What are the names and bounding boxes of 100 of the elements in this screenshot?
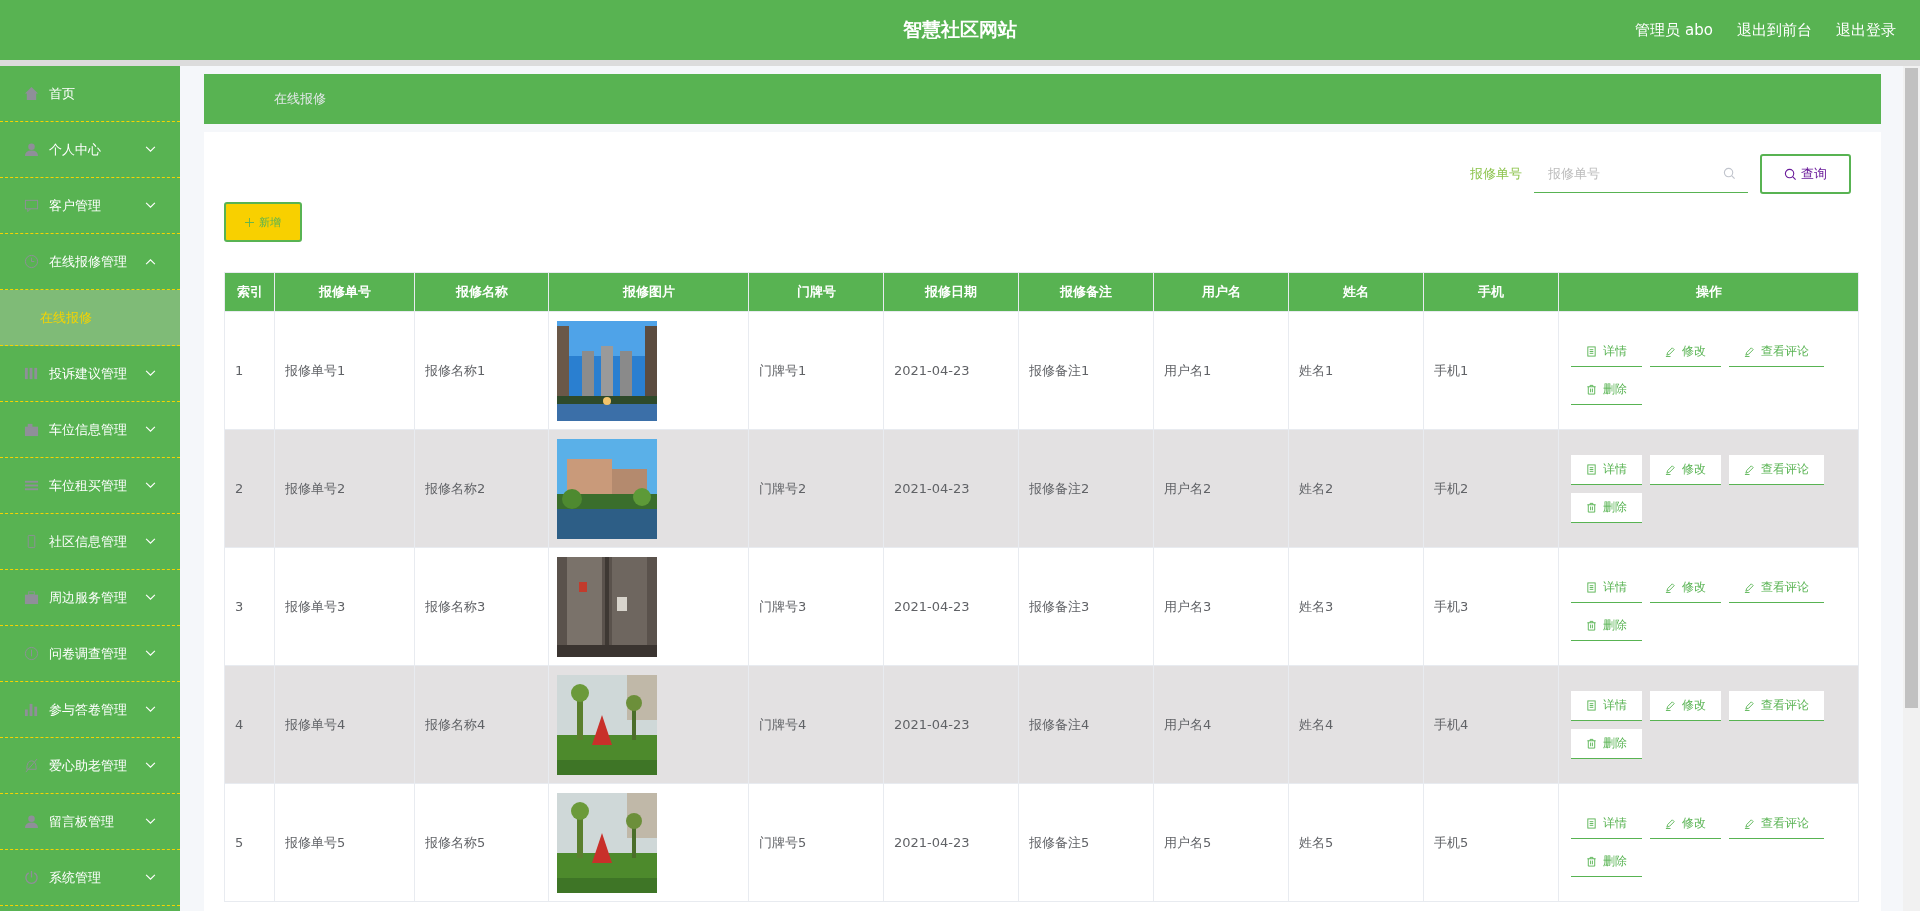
table-cell: 报修名称5 bbox=[414, 783, 549, 902]
pencil-icon bbox=[1665, 581, 1676, 593]
trash-icon bbox=[1586, 737, 1597, 749]
action-button[interactable]: 查看评论 bbox=[1729, 690, 1824, 721]
table-cell: 门牌号3 bbox=[748, 547, 884, 666]
table-cell: 姓名1 bbox=[1288, 311, 1424, 430]
clock-icon bbox=[24, 254, 39, 269]
sidebar-item[interactable]: 周边服务管理 bbox=[0, 570, 180, 626]
table-cell: 报修单号2 bbox=[274, 429, 415, 548]
power-icon bbox=[24, 870, 39, 885]
site-title: 智慧社区网站 bbox=[903, 17, 1017, 42]
table-cell: 用户名4 bbox=[1153, 665, 1289, 784]
table-cell: 报修备注5 bbox=[1018, 783, 1154, 902]
document-icon bbox=[1586, 699, 1597, 711]
table-cell: 手机4 bbox=[1423, 665, 1559, 784]
table-cell: 用户名5 bbox=[1153, 783, 1289, 902]
sidebar-item[interactable]: 社区信息管理 bbox=[0, 514, 180, 570]
column-header: 用户名 bbox=[1153, 272, 1289, 312]
table-cell: 用户名3 bbox=[1153, 547, 1289, 666]
pencil-icon bbox=[1744, 345, 1755, 357]
pencil-icon bbox=[1744, 463, 1755, 475]
sidebar-item[interactable]: 爱心助老管理 bbox=[0, 738, 180, 794]
sidebar-item[interactable]: 首页 bbox=[0, 66, 180, 122]
document-icon bbox=[1586, 817, 1597, 829]
table-cell: 2021-04-23 bbox=[883, 783, 1019, 902]
user-icon bbox=[24, 814, 39, 829]
column-header: 姓名 bbox=[1288, 272, 1424, 312]
action-button[interactable]: 详情 bbox=[1571, 690, 1642, 721]
trash-icon bbox=[1586, 383, 1597, 395]
table-cell: 手机5 bbox=[1423, 783, 1559, 902]
column-header: 索引 bbox=[224, 272, 275, 312]
table-cell: 报修备注1 bbox=[1018, 311, 1154, 430]
plus-icon bbox=[245, 217, 254, 227]
sidebar-item[interactable]: 投诉建议管理 bbox=[0, 346, 180, 402]
search-field[interactable]: 报修单号 bbox=[1534, 155, 1748, 193]
action-button[interactable]: 删除 bbox=[1571, 492, 1642, 523]
pencil-icon bbox=[1744, 817, 1755, 829]
action-button[interactable]: 查看评论 bbox=[1729, 454, 1824, 485]
document-icon bbox=[1586, 581, 1597, 593]
pencil-icon bbox=[1665, 463, 1676, 475]
table-cell: 报修名称4 bbox=[414, 665, 549, 784]
table-cell: 1 bbox=[224, 311, 275, 430]
sidebar-item[interactable]: 客户管理 bbox=[0, 178, 180, 234]
table-cell: 报修备注4 bbox=[1018, 665, 1154, 784]
pencil-icon bbox=[1665, 817, 1676, 829]
briefcase-icon bbox=[24, 590, 39, 605]
sidebar-subitem[interactable]: 在线报修 bbox=[0, 290, 180, 346]
pencil-icon bbox=[1744, 581, 1755, 593]
table-cell: 报修单号5 bbox=[274, 783, 415, 902]
sidebar-item[interactable]: 问卷调查管理 bbox=[0, 626, 180, 682]
pencil-icon bbox=[1744, 699, 1755, 711]
table-cell: 姓名2 bbox=[1288, 429, 1424, 548]
header-link[interactable]: 退出登录 bbox=[1836, 20, 1896, 40]
action-button[interactable]: 修改 bbox=[1650, 454, 1721, 485]
table-cell: 手机2 bbox=[1423, 429, 1559, 548]
header-link[interactable]: 管理员 abo bbox=[1635, 20, 1713, 40]
pencil-icon bbox=[1665, 345, 1676, 357]
sidebar-item[interactable]: 系统管理 bbox=[0, 850, 180, 906]
list-icon bbox=[24, 478, 39, 493]
home-icon bbox=[24, 86, 39, 101]
search-icon bbox=[1784, 167, 1797, 181]
sidebar-item[interactable]: 车位信息管理 bbox=[0, 402, 180, 458]
header-link[interactable]: 退出到前台 bbox=[1737, 20, 1812, 40]
pencil-icon bbox=[1665, 699, 1676, 711]
search-label: 报修单号 bbox=[1470, 165, 1522, 183]
table-cell: 报修名称3 bbox=[414, 547, 549, 666]
table-cell: 报修单号1 bbox=[274, 311, 415, 430]
column-header: 报修单号 bbox=[274, 272, 415, 312]
table-cell: 姓名5 bbox=[1288, 783, 1424, 902]
table-cell: 报修名称1 bbox=[414, 311, 549, 430]
query-button[interactable]: 查询 bbox=[1760, 154, 1851, 194]
table-cell: 2021-04-23 bbox=[883, 429, 1019, 548]
table-cell: 门牌号1 bbox=[748, 311, 884, 430]
add-button[interactable]: 新增 bbox=[224, 202, 302, 242]
sidebar-item[interactable]: 车位租买管理 bbox=[0, 458, 180, 514]
table-cell: 姓名4 bbox=[1288, 665, 1424, 784]
table-cell: 手机1 bbox=[1423, 311, 1559, 430]
action-button[interactable]: 详情 bbox=[1571, 454, 1642, 485]
sidebar-item[interactable]: 参与答卷管理 bbox=[0, 682, 180, 738]
trash-icon bbox=[1586, 619, 1597, 631]
table-cell: 报修单号4 bbox=[274, 665, 415, 784]
chat-icon bbox=[24, 198, 39, 213]
table-cell: 2021-04-23 bbox=[883, 547, 1019, 666]
document-icon bbox=[1586, 345, 1597, 357]
action-button[interactable]: 删除 bbox=[1571, 728, 1642, 759]
scrollbar[interactable] bbox=[1903, 66, 1920, 911]
table-cell: 报修备注3 bbox=[1018, 547, 1154, 666]
sidebar-item[interactable]: 留言板管理 bbox=[0, 794, 180, 850]
action-button[interactable]: 修改 bbox=[1650, 690, 1721, 721]
column-header: 报修日期 bbox=[883, 272, 1019, 312]
sidebar-item[interactable]: 个人中心 bbox=[0, 122, 180, 178]
breadcrumb[interactable]: 在线报修 bbox=[274, 90, 326, 108]
column-header: 报修备注 bbox=[1018, 272, 1154, 312]
table-cell: 门牌号2 bbox=[748, 429, 884, 548]
table-cell: 门牌号4 bbox=[748, 665, 884, 784]
table-cell: 2 bbox=[224, 429, 275, 548]
table-cell: 报修单号3 bbox=[274, 547, 415, 666]
table-cell: 姓名3 bbox=[1288, 547, 1424, 666]
column-header: 操作 bbox=[1558, 272, 1859, 312]
table-cell: 报修备注2 bbox=[1018, 429, 1154, 548]
